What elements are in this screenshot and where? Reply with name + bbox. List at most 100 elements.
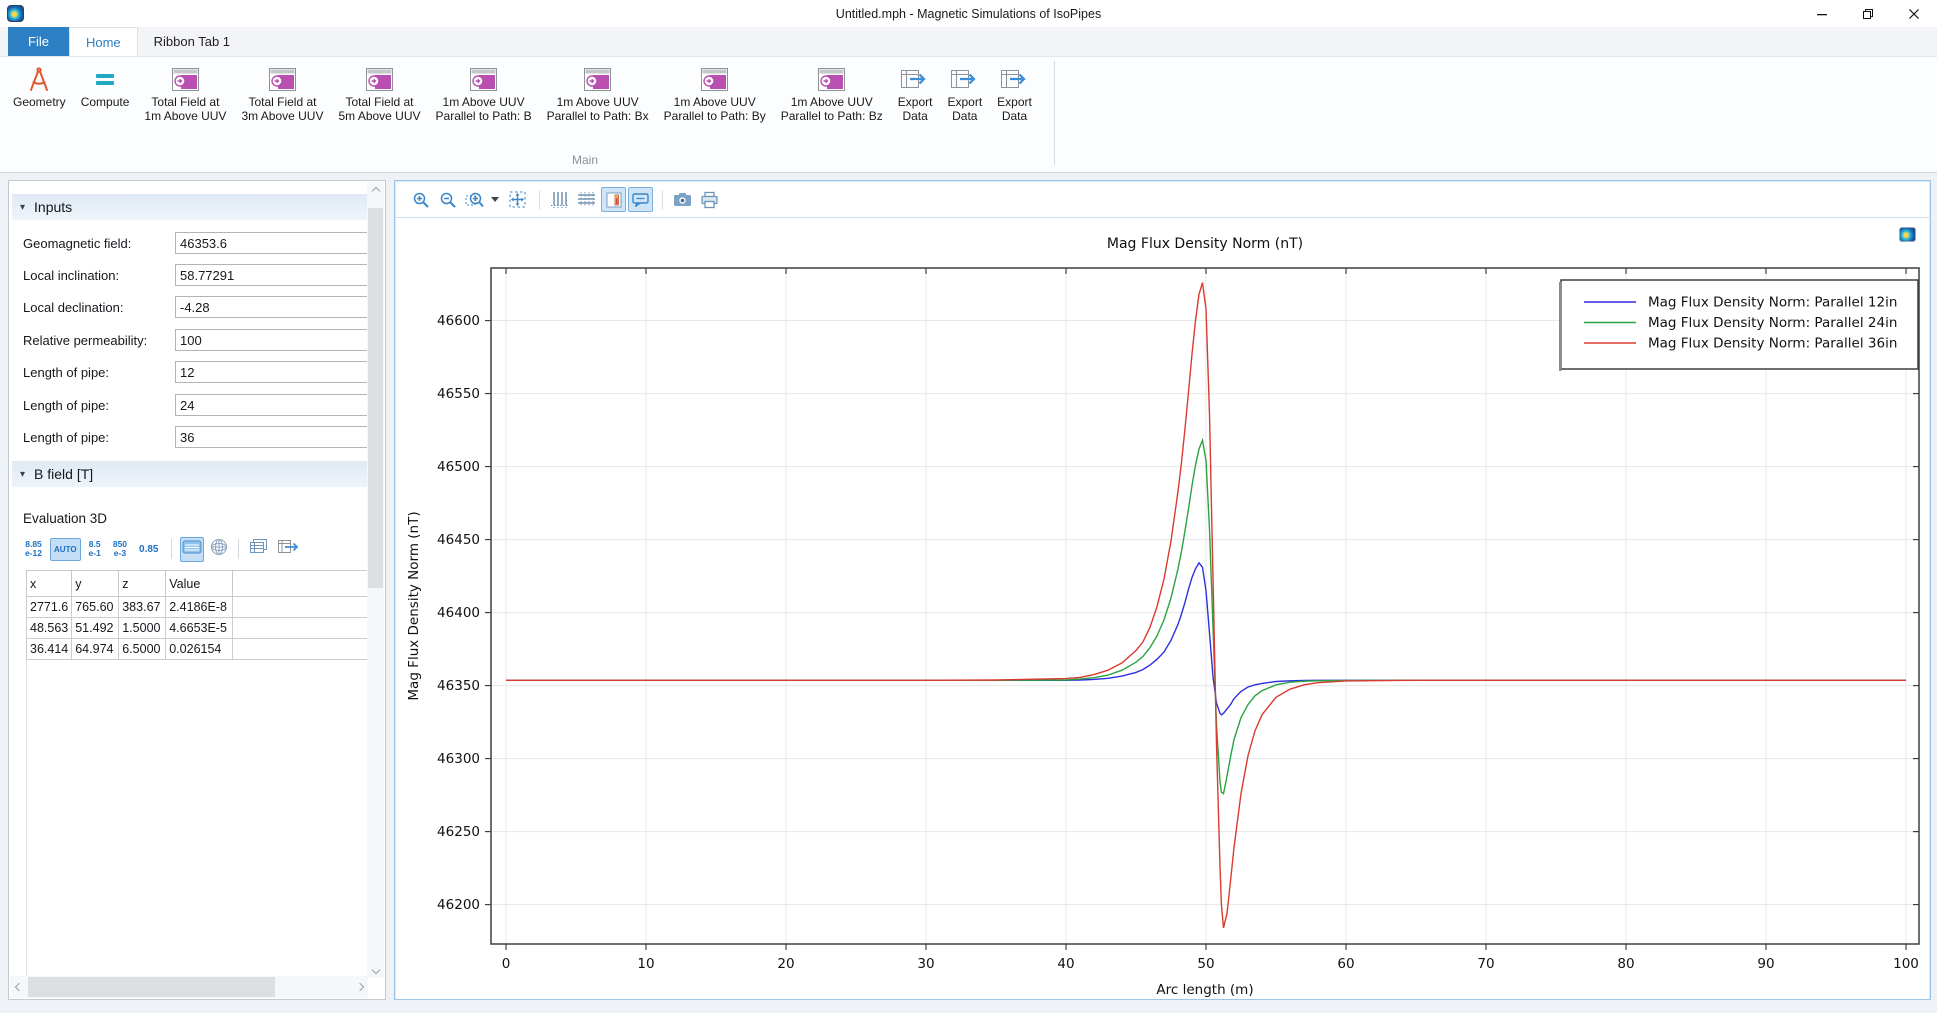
plot-grid: [492, 269, 1918, 943]
col-header-value[interactable]: Value: [166, 571, 233, 597]
globe-icon: [210, 538, 228, 561]
plot-group-icon: [172, 63, 199, 95]
col-header-z[interactable]: z: [119, 571, 166, 597]
relative-permeability-input[interactable]: [175, 329, 368, 351]
scroll-right-arrow[interactable]: [351, 979, 368, 996]
scientific-notation-button[interactable]: 8.85e-12: [21, 536, 46, 562]
pipe-length-24-input[interactable]: [175, 394, 368, 416]
precision-toolbar: 8.85e-12 AUTO 8.5e-1 850e-3 0.85: [21, 535, 301, 563]
svg-text:0: 0: [502, 956, 511, 972]
settings-panel: ▾ Inputs Geomagnetic field: Local inclin…: [8, 180, 386, 1000]
field-pipe-length-12: Length of pipe:: [23, 361, 373, 383]
engineering-notation-button[interactable]: 8.5e-1: [85, 536, 105, 562]
restore-button[interactable]: [1845, 0, 1891, 27]
app-logo-icon: [7, 5, 24, 22]
axis-grid-icon: [550, 191, 569, 209]
scroll-down-arrow[interactable]: [367, 961, 384, 978]
axis-grid-button[interactable]: [547, 187, 572, 212]
field-declination: Local declination:: [23, 296, 373, 318]
auto-notation-button[interactable]: AUTO: [50, 538, 81, 561]
ribbon-button-geometry[interactable]: Geometry: [6, 61, 73, 111]
copy-table-button[interactable]: [247, 536, 271, 562]
zoom-box-button[interactable]: [462, 187, 487, 212]
title-bar: Untitled.mph - Magnetic Simulations of I…: [0, 0, 1937, 27]
ribbon-button-export-data-3[interactable]: ExportData: [990, 61, 1039, 125]
col-header-empty: [233, 571, 373, 597]
zoom-out-button[interactable]: [435, 187, 460, 212]
field-permeability: Relative permeability:: [23, 329, 373, 351]
pipe-length-36-input[interactable]: [175, 426, 368, 448]
col-header-x[interactable]: x: [27, 571, 72, 597]
ribbon-button-export-data-1[interactable]: ExportData: [891, 61, 940, 125]
evaluation-table[interactable]: x y z Value 2771.6 765.60 383.67 2.4186E…: [26, 570, 373, 660]
ribbon-button-parallel-b[interactable]: 1m Above UUVParallel to Path: B: [429, 61, 539, 125]
col-header-y[interactable]: y: [72, 571, 119, 597]
ribbon-button-total-field-3m[interactable]: Total Field at3m Above UUV: [234, 61, 330, 125]
plot-legend: Mag Flux Density Norm: Parallel 12in Mag …: [1559, 280, 1918, 371]
table-row[interactable]: 2771.6 765.60 383.67 2.4186E-8: [27, 597, 373, 618]
svg-text:10: 10: [637, 956, 654, 972]
ribbon-button-parallel-by[interactable]: 1m Above UUVParallel to Path: By: [657, 61, 773, 125]
legend-entry: Mag Flux Density Norm: Parallel 12in: [1648, 295, 1897, 311]
plot-group-icon: [818, 63, 845, 95]
color-legend-button[interactable]: [601, 187, 626, 212]
ribbon-button-total-field-5m[interactable]: Total Field at5m Above UUV: [331, 61, 427, 125]
grid-button[interactable]: [574, 187, 599, 212]
legend-entry: Mag Flux Density Norm: Parallel 24in: [1648, 315, 1897, 331]
svg-text:80: 80: [1617, 956, 1634, 972]
pipe-length-12-input[interactable]: [175, 361, 368, 383]
globe-button[interactable]: [208, 536, 230, 563]
close-button[interactable]: [1891, 0, 1937, 27]
ribbon-button-parallel-bz[interactable]: 1m Above UUVParallel to Path: Bz: [774, 61, 890, 125]
toolbar-separator: [171, 539, 172, 559]
vertical-scrollbar-thumb[interactable]: [368, 208, 383, 588]
section-header-bfield[interactable]: ▾ B field [T]: [12, 461, 368, 487]
table-display-button[interactable]: [180, 537, 204, 562]
plot-group-icon: [584, 63, 611, 95]
milli-notation-button[interactable]: 850e-3: [109, 536, 131, 562]
horizontal-scrollbar-thumb[interactable]: [28, 977, 275, 997]
svg-text:46300: 46300: [437, 751, 480, 767]
plot-canvas[interactable]: 0102030405060708090100462004625046300463…: [396, 218, 1929, 999]
plain-notation-button[interactable]: 0.85: [135, 541, 162, 558]
ribbon-button-compute[interactable]: Compute: [74, 61, 137, 111]
snapshot-button[interactable]: [670, 187, 695, 212]
scroll-left-arrow[interactable]: [10, 979, 27, 996]
zoom-extents-button[interactable]: [505, 187, 530, 212]
copy-table-icon: [249, 538, 269, 560]
field-pipe-length-24: Length of pipe:: [23, 394, 373, 416]
toolbar-separator: [539, 190, 540, 210]
line-chart: 0102030405060708090100462004625046300463…: [396, 218, 1929, 999]
svg-text:46450: 46450: [437, 532, 480, 548]
scroll-up-arrow[interactable]: [367, 182, 384, 199]
tab-home[interactable]: Home: [69, 27, 138, 56]
tab-file[interactable]: File: [8, 27, 69, 56]
color-legend-icon: [605, 191, 623, 209]
vertical-scrollbar[interactable]: [367, 182, 384, 978]
tab-ribbon-tab-1[interactable]: Ribbon Tab 1: [138, 27, 246, 56]
local-declination-input[interactable]: [175, 296, 368, 318]
local-inclination-input[interactable]: [175, 264, 368, 286]
minimize-button[interactable]: [1799, 0, 1845, 27]
field-pipe-length-36: Length of pipe:: [23, 426, 373, 448]
svg-text:46600: 46600: [437, 313, 480, 329]
ribbon-button-export-data-2[interactable]: ExportData: [940, 61, 989, 125]
plot-ticks: [485, 268, 1919, 950]
zoom-in-button[interactable]: [408, 187, 433, 212]
table-row[interactable]: 48.563 51.492 1.5000 4.6653E-5: [27, 618, 373, 639]
export-table-button[interactable]: [275, 536, 301, 562]
section-header-inputs[interactable]: ▾ Inputs: [12, 194, 368, 220]
print-button[interactable]: [697, 187, 722, 212]
snapshot-icon: [673, 191, 692, 208]
zoom-extents-icon: [508, 190, 527, 209]
plot-tooltip-button[interactable]: [628, 187, 653, 212]
ribbon-button-parallel-bx[interactable]: 1m Above UUVParallel to Path: Bx: [540, 61, 656, 125]
horizontal-scrollbar[interactable]: [10, 976, 368, 998]
svg-text:60: 60: [1337, 956, 1354, 972]
dropdown-caret-icon[interactable]: [491, 197, 499, 202]
svg-text:100: 100: [1893, 956, 1919, 972]
svg-text:46400: 46400: [437, 605, 480, 621]
geomagnetic-field-input[interactable]: [175, 232, 368, 254]
ribbon-button-total-field-1m[interactable]: Total Field at1m Above UUV: [137, 61, 233, 125]
table-row[interactable]: 36.414 64.974 6.5000 0.026154: [27, 639, 373, 660]
